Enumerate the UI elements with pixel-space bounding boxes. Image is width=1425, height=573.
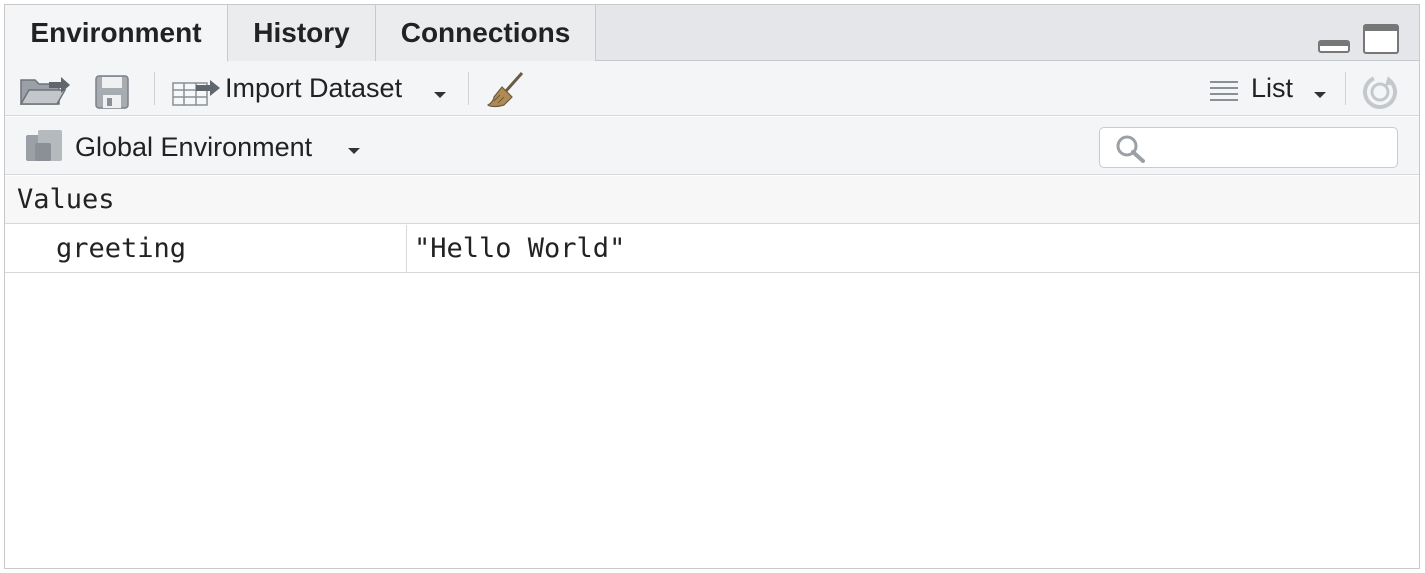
import-dataset-icon[interactable] [172,77,222,107]
chevron-down-icon[interactable] [1314,92,1326,98]
folder-open-icon[interactable] [19,72,71,108]
chevron-down-icon[interactable] [348,148,360,154]
view-mode-button[interactable]: List [1251,61,1293,116]
maximize-pane-icon[interactable] [1363,24,1399,54]
tab-strip: Environment History Connections [5,5,1419,62]
environment-icon [26,130,62,161]
table-row[interactable]: greeting "Hello World" [5,225,1419,273]
broom-icon[interactable] [486,71,526,111]
list-view-icon[interactable] [1209,79,1239,101]
environment-selector-row: Global Environment [5,117,1419,175]
values-section-header: Values [5,176,1419,224]
variable-name: greeting [5,225,407,273]
search-icon [1116,135,1145,163]
variable-value: "Hello World" [414,233,626,264]
toolbar-separator [154,72,155,105]
import-dataset-button[interactable]: Import Dataset [225,61,402,116]
save-disk-icon[interactable] [95,75,129,109]
minimize-pane-icon[interactable] [1318,40,1350,53]
environment-toolbar: Import Dataset List [5,61,1419,116]
chevron-down-icon[interactable] [434,92,446,98]
environment-selector[interactable]: Global Environment [75,118,312,176]
search-input[interactable] [1099,127,1398,168]
tab-connections[interactable]: Connections [376,5,596,62]
tab-environment[interactable]: Environment [5,5,228,62]
toolbar-separator [468,72,469,105]
environment-pane: Environment History Connections Import D… [4,4,1420,569]
toolbar-separator [1345,72,1346,105]
refresh-icon[interactable] [1361,73,1399,111]
tab-history[interactable]: History [228,5,376,62]
